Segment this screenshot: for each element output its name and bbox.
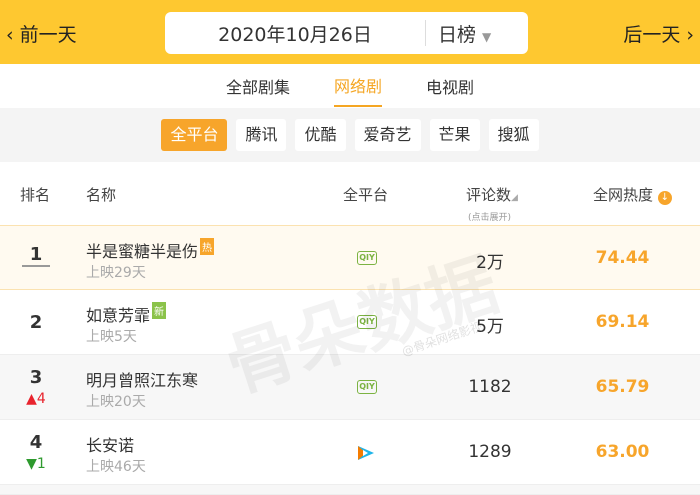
header-heat[interactable]: 全网热度 ↓ [593,184,672,205]
top-bar: ‹ 前一天 2020年10月26日 日榜 ▼ 后一天 › [0,0,700,64]
header-comments[interactable]: 评论数◢ [466,184,518,205]
date-selector[interactable]: 2020年10月26日 日榜 ▼ [165,12,528,54]
tab-all-series[interactable]: 全部剧集 [226,66,290,106]
platform-iqiyi[interactable]: 爱奇艺 [354,119,421,151]
series-name[interactable]: 明月曾照江东寒 [86,367,198,391]
rank-number: 2 [29,312,43,333]
days-released: 上映29天 [86,265,146,281]
next-day-label: 后一天 [623,24,681,46]
rank-number: 1 [22,244,50,267]
table-row[interactable]: 2 如意芳霏新 上映5天 QIY 5万 69.14 [0,290,700,355]
comment-count: 1289 [468,442,512,462]
new-badge: 新 [152,302,167,319]
platform-sohu[interactable]: 搜狐 [488,119,539,151]
rank-number: 4 [29,432,43,453]
days-released: 上映5天 [86,329,137,345]
heat-score: 63.00 [595,442,650,462]
rank-change: ▼1 [22,456,50,472]
comment-count: 1182 [468,377,512,397]
series-title: 半是蜜糖半是伤 [86,242,199,261]
heat-score: 74.44 [595,248,650,268]
date-label[interactable]: 2020年10月26日 [165,20,425,47]
table-row[interactable]: 3 ▲4 明月曾照江东寒 上映20天 QIY 1182 65.79 [0,355,700,420]
table-row[interactable]: 4 ▼1 长安诺 上映46天 1289 63.00 [0,420,700,485]
platform-tencent[interactable]: 腾讯 [236,119,287,151]
comments-expand-note[interactable]: (点击展开) [468,210,511,223]
rank-change-value: 1 [36,456,46,472]
table-row[interactable]: 1 半是蜜糖半是伤热 上映29天 QIY 2万 74.44 [0,225,700,290]
sort-down-icon: ↓ [657,191,672,205]
header-platform: 全平台 [343,186,389,204]
comment-count: 5万 [476,317,504,337]
tencent-video-icon [358,446,374,460]
next-day-button[interactable]: 后一天 › [623,20,694,47]
header-heat-label: 全网热度 [593,186,654,204]
days-released: 上映20天 [86,394,146,410]
platform-all[interactable]: 全平台 [161,119,228,151]
iqiyi-icon: QIY [357,315,377,329]
rank-type-label: 日榜 [438,23,477,46]
rank-number: 3 [29,367,43,388]
rank-change: ▲4 [22,391,50,407]
arrow-up-icon: ▲ [26,391,37,407]
series-name[interactable]: 长安诺 [86,432,134,456]
rank-change-value: 4 [36,391,46,407]
sort-icon: ◢ [511,193,518,203]
header-name: 名称 [86,186,117,204]
tab-web-series[interactable]: 网络剧 [333,65,382,107]
chevron-down-icon: ▼ [482,29,492,44]
series-name[interactable]: 半是蜜糖半是伤热 [86,238,215,262]
prev-day-button[interactable]: ‹ 前一天 [6,20,77,47]
tab-tv-series[interactable]: 电视剧 [426,66,474,106]
table-header: 排名 名称 全平台 评论数◢ (点击展开) 全网热度 ↓ [0,162,700,225]
header-rank: 排名 [20,186,51,204]
heat-score: 65.79 [595,377,650,397]
prev-day-label: 前一天 [19,24,77,46]
days-released: 上映46天 [86,459,146,475]
platform-filter: 全平台 腾讯 优酷 爱奇艺 芒果 搜狐 [0,108,700,162]
arrow-down-icon: ▼ [26,456,37,472]
rank-type-dropdown[interactable]: 日榜 ▼ [426,20,491,47]
heat-score: 69.14 [595,312,650,332]
iqiyi-icon: QIY [357,380,377,394]
platform-youku[interactable]: 优酷 [295,119,346,151]
header-comments-label: 评论数 [466,186,512,204]
platform-mango[interactable]: 芒果 [429,119,480,151]
series-title: 如意芳霏 [86,306,151,325]
category-tabs: 全部剧集 网络剧 电视剧 [0,64,700,108]
table-row-partial [0,485,700,495]
series-name[interactable]: 如意芳霏新 [86,302,167,326]
iqiyi-icon: QIY [357,251,377,265]
hot-badge: 热 [200,238,215,255]
comment-count: 2万 [476,253,504,273]
